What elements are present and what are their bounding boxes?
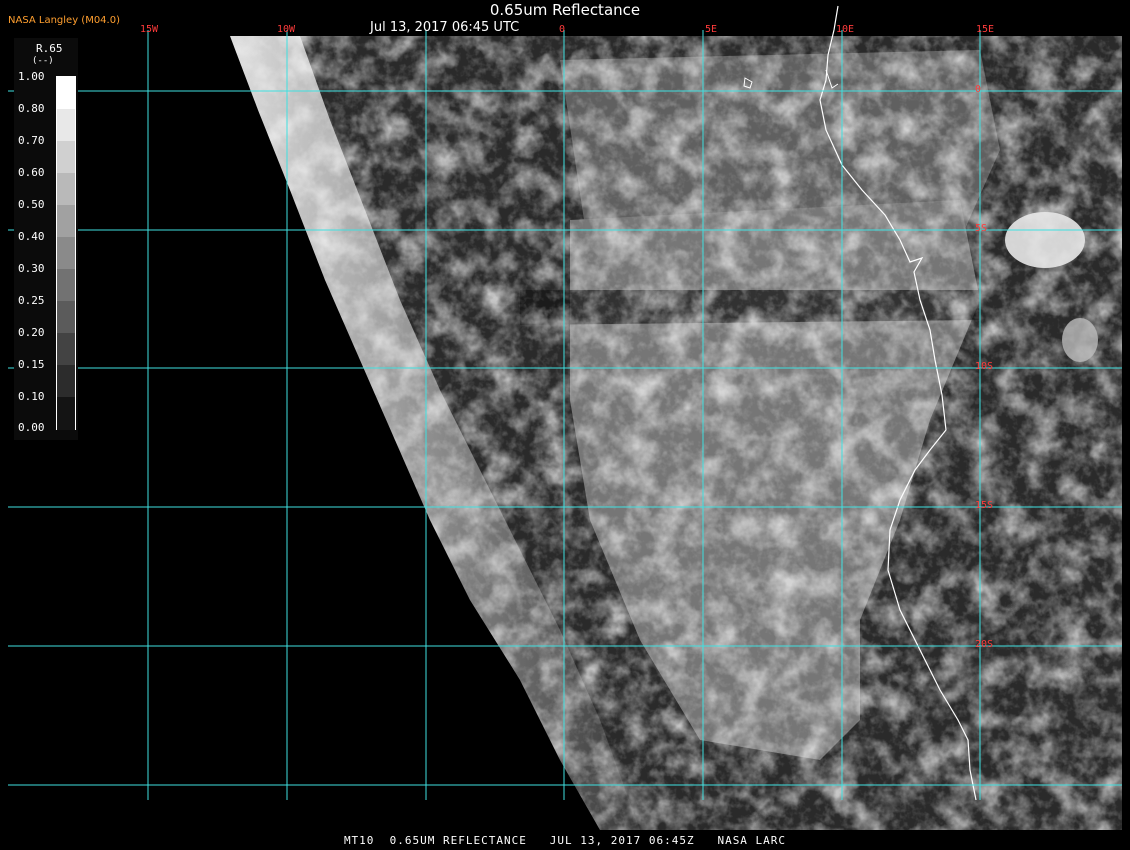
legend-swatch — [57, 205, 75, 238]
legend-swatch — [57, 301, 75, 334]
satellite-map — [0, 0, 1130, 850]
legend-tick: 0.25 — [18, 294, 45, 307]
legend-tick: 0.20 — [18, 326, 45, 339]
legend-tick: 0.10 — [18, 390, 45, 403]
legend-unit: (--) — [32, 56, 54, 66]
lat-label-10s: 10S — [975, 361, 994, 372]
lon-label-15w: 15W — [140, 24, 159, 35]
legend-tick: 0.30 — [18, 262, 45, 275]
lon-label-10e: 10E — [836, 24, 855, 35]
footer-caption: MT10 0.65UM REFLECTANCE JUL 13, 2017 06:… — [343, 834, 787, 847]
legend-tick: 0.70 — [18, 134, 45, 147]
legend-variable: R.65 — [36, 42, 63, 55]
legend-tick: 0.15 — [18, 358, 45, 371]
legend-swatch — [57, 333, 75, 366]
legend-tick: 0.80 — [18, 102, 45, 115]
legend-swatch — [57, 365, 75, 398]
lon-label-10w: 10W — [277, 24, 296, 35]
lat-label-20s: 20S — [975, 639, 994, 650]
legend-swatch — [57, 141, 75, 174]
image-timestamp: Jul 13, 2017 06:45 UTC — [370, 20, 520, 35]
legend-swatch — [57, 269, 75, 302]
lon-label-15e: 15E — [976, 24, 995, 35]
legend-tick: 0.50 — [18, 198, 45, 211]
legend-swatch — [57, 237, 75, 270]
legend-swatch — [57, 173, 75, 206]
legend-tick: 0.40 — [18, 230, 45, 243]
image-title: 0.65um Reflectance — [489, 1, 641, 19]
legend-tick: 0.00 — [18, 421, 45, 434]
legend-swatch — [57, 397, 75, 430]
lon-label-5e: 5E — [705, 24, 718, 35]
lat-label-5s: 5S — [975, 223, 988, 234]
lon-label-0: 0 — [559, 24, 566, 35]
legend-swatch — [57, 109, 75, 142]
legend-swatch — [57, 77, 75, 110]
legend-tick: 1.00 — [18, 70, 45, 83]
legend-colorbar — [56, 76, 76, 430]
color-legend: R.65 (--) 1.00 0.80 0.70 0.60 0.50 0.40 … — [14, 38, 78, 440]
lat-label-15s: 15S — [975, 500, 994, 511]
lat-label-0: 0 — [975, 84, 982, 95]
provider-label: NASA Langley (M04.0) — [8, 15, 120, 26]
legend-tick: 0.60 — [18, 166, 45, 179]
